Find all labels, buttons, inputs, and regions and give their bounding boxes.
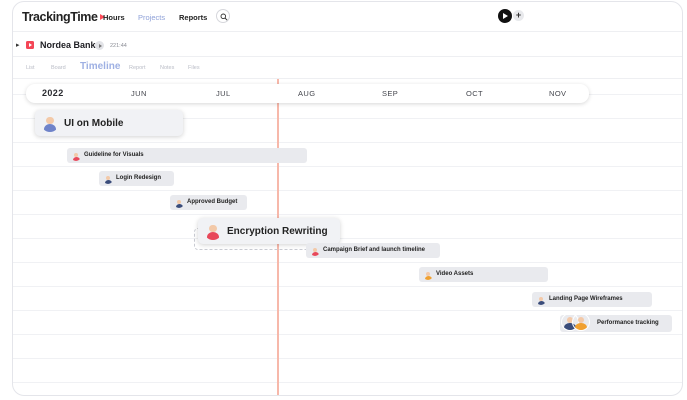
month-oct: OCT	[466, 89, 484, 98]
avatar	[204, 222, 222, 240]
task-label: UI on Mobile	[64, 118, 124, 129]
start-timer-button[interactable]	[498, 9, 512, 23]
avatar	[310, 246, 320, 256]
search-button[interactable]	[216, 9, 230, 23]
project-time: 221:44	[110, 43, 127, 49]
task-bar[interactable]: Video Assets	[419, 267, 548, 282]
grid-line	[13, 166, 682, 167]
month-sep: SEP	[382, 89, 399, 98]
view-tabs: List Board Timeline Report Notes Files	[13, 57, 682, 79]
task-label: Landing Page Wireframes	[549, 296, 623, 302]
grid-line	[13, 334, 682, 335]
tab-report[interactable]: Report	[129, 65, 146, 71]
tab-files[interactable]: Files	[188, 65, 200, 71]
task-label: Performance tracking	[597, 320, 659, 326]
project-play-button[interactable]	[95, 41, 104, 50]
chevron-right-icon[interactable]: ▸	[16, 41, 20, 49]
month-header: 2022 JUN JUL AUG SEP OCT NOV	[26, 84, 589, 103]
month-jul: JUL	[216, 89, 231, 98]
grid-line	[13, 262, 682, 263]
top-nav: TrackingTime Hours Projects Reports +	[13, 2, 682, 32]
logo[interactable]: TrackingTime	[22, 10, 105, 24]
task-bar[interactable]: Landing Page Wireframes	[532, 292, 652, 307]
tab-board[interactable]: Board	[51, 65, 66, 71]
avatar	[536, 295, 546, 305]
grid-line	[13, 190, 682, 191]
avatar	[103, 174, 113, 184]
task-bar[interactable]: Approved Budget	[170, 195, 247, 210]
month-nov: NOV	[549, 89, 567, 98]
search-icon	[220, 13, 228, 21]
task-bar[interactable]: Campaign Brief and launch timeline	[306, 243, 440, 258]
task-label: Encryption Rewriting	[227, 226, 328, 237]
project-color-icon	[26, 41, 34, 49]
task-label: Approved Budget	[187, 199, 238, 205]
grid-line	[13, 238, 682, 239]
task-bar[interactable]: Performance tracking	[560, 313, 672, 332]
task-bar[interactable]: Login Redesign	[99, 171, 174, 186]
project-header: ▸ Nordea Bank 221:44	[13, 32, 682, 57]
avatar	[41, 114, 59, 132]
grid-line	[13, 142, 682, 143]
task-label: Video Assets	[436, 271, 474, 277]
year-label: 2022	[42, 88, 64, 98]
task-label: Guideline for Visuals	[84, 152, 144, 158]
task-bar[interactable]: Guideline for Visuals	[67, 148, 307, 163]
month-aug: AUG	[298, 89, 316, 98]
grid-line	[13, 214, 682, 215]
task-label: Campaign Brief and launch timeline	[323, 247, 426, 253]
task-label: Login Redesign	[116, 175, 161, 181]
avatar	[71, 151, 81, 161]
app-window: TrackingTime Hours Projects Reports + ▸ …	[12, 1, 683, 396]
task-bar[interactable]: Encryption Rewriting	[198, 218, 340, 244]
avatar	[572, 313, 590, 331]
task-bar[interactable]: UI on Mobile	[35, 110, 183, 136]
tab-timeline[interactable]: Timeline	[80, 61, 120, 72]
nav-projects[interactable]: Projects	[138, 13, 165, 22]
avatar	[174, 198, 184, 208]
nav-reports[interactable]: Reports	[179, 13, 207, 22]
tab-notes[interactable]: Notes	[160, 65, 174, 71]
grid-line	[13, 382, 682, 383]
avatar	[423, 270, 433, 280]
grid-line	[13, 286, 682, 287]
add-button[interactable]: +	[513, 10, 524, 21]
grid-line	[13, 310, 682, 311]
grid-line	[13, 358, 682, 359]
nav-hours[interactable]: Hours	[103, 13, 125, 22]
tab-list[interactable]: List	[26, 65, 35, 71]
project-name[interactable]: Nordea Bank	[40, 40, 96, 50]
month-jun: JUN	[131, 89, 147, 98]
